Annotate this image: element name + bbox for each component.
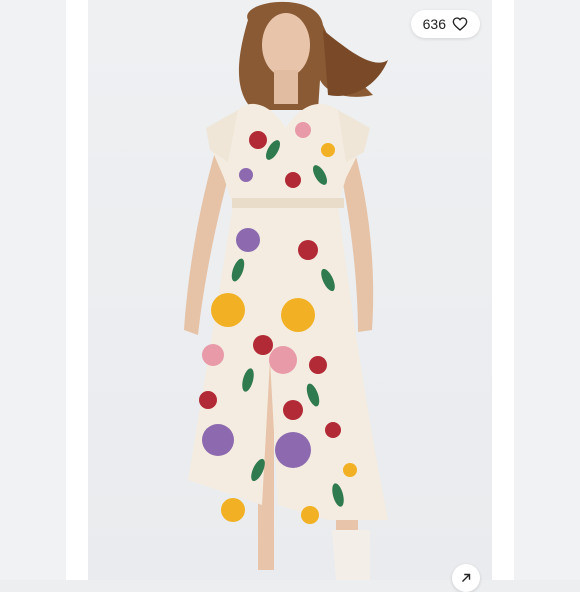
share-button[interactable] bbox=[452, 564, 480, 592]
left-side-panel bbox=[0, 0, 66, 580]
heart-outline-icon bbox=[452, 17, 468, 31]
like-button[interactable]: 636 bbox=[410, 10, 480, 38]
right-side-panel bbox=[514, 0, 580, 580]
like-count: 636 bbox=[422, 16, 446, 32]
listing-photo[interactable] bbox=[88, 0, 492, 580]
model-floral-dress-illustration bbox=[184, 1, 388, 580]
image-frame-left bbox=[66, 0, 88, 580]
image-frame-right bbox=[492, 0, 514, 580]
arrow-up-right-icon bbox=[462, 573, 471, 582]
